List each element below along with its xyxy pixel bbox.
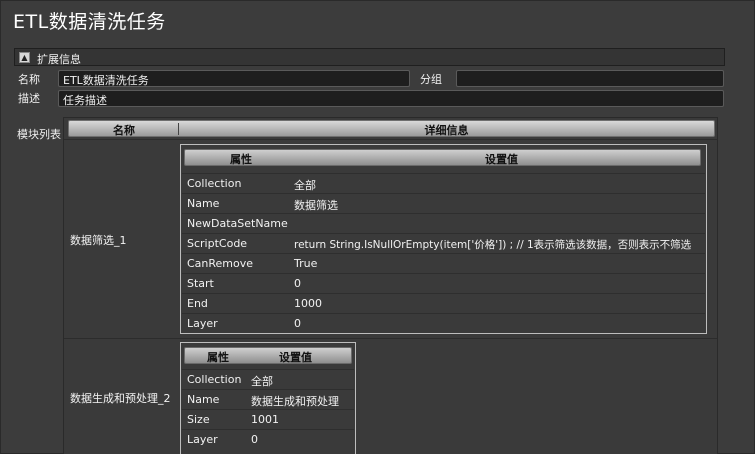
property-row[interactable]: CanRemove True (182, 253, 705, 273)
description-field[interactable]: 任务描述 (58, 90, 724, 107)
property-key: Collection (187, 177, 242, 190)
column-header-details[interactable]: 详细信息 (179, 122, 714, 138)
property-key: Name (187, 197, 220, 210)
row-divider (64, 338, 717, 339)
property-key: Layer (187, 433, 218, 446)
property-value[interactable]: 全部 (294, 177, 316, 193)
property-key: End (187, 297, 208, 310)
property-key: Collection (187, 373, 242, 386)
property-value[interactable]: return String.IsNullOrEmpty(item['价格']) … (294, 237, 691, 252)
property-value[interactable]: 全部 (251, 373, 273, 389)
description-label: 描述 (18, 92, 40, 105)
window-title: ETL数据清洗任务 (13, 11, 166, 33)
module-table-header: 名称 详细信息 (68, 120, 715, 137)
property-key: Name (187, 393, 220, 406)
name-field[interactable]: ETL数据清洗任务 (58, 70, 410, 87)
column-header-name[interactable]: 名称 (69, 122, 179, 138)
property-row[interactable]: NewDataSetName (182, 213, 705, 233)
extended-info-label: 扩展信息 (37, 53, 81, 66)
property-value[interactable]: 1001 (251, 413, 279, 426)
property-header-value: 设置值 (485, 153, 518, 166)
module-name[interactable]: 数据筛选_1 (70, 232, 127, 248)
name-label: 名称 (18, 73, 40, 86)
property-value[interactable]: True (294, 257, 317, 270)
property-row[interactable]: Layer 0 (182, 313, 705, 333)
group-label: 分组 (420, 73, 442, 86)
module-list-label: 模块列表 (17, 128, 61, 141)
property-grid: 属性 设置值 Collection 全部 Name 数据筛选 NewDataSe… (180, 144, 707, 334)
property-key: CanRemove (187, 257, 254, 270)
property-row[interactable]: Name 数据筛选 (182, 193, 705, 213)
collapse-toggle-icon[interactable]: ▲ (19, 52, 30, 63)
property-row[interactable]: Size 1001 (182, 409, 354, 429)
property-value[interactable]: 数据生成和预处理 (251, 393, 339, 409)
row-divider (64, 139, 717, 140)
module-list-table: 名称 详细信息 数据筛选_1 属性 设置值 Collection 全部 Name… (63, 117, 718, 454)
property-row[interactable]: Collection 全部 (182, 369, 354, 389)
extended-info-bar[interactable]: ▲ 扩展信息 (14, 48, 725, 66)
property-row[interactable]: Collection 全部 (182, 173, 705, 193)
property-value[interactable]: 0 (294, 317, 301, 330)
property-header-value: 设置值 (279, 351, 312, 364)
property-grid-header: 属性 设置值 (184, 347, 352, 364)
property-key: Size (187, 413, 210, 426)
property-row[interactable]: ScriptCode return String.IsNullOrEmpty(i… (182, 233, 705, 253)
module-name[interactable]: 数据生成和预处理_2 (70, 390, 171, 406)
property-row[interactable]: End 1000 (182, 293, 705, 313)
property-header-key: 属性 (230, 153, 252, 166)
property-grid: 属性 设置值 Collection 全部 Name 数据生成和预处理 Size … (180, 342, 356, 454)
property-value[interactable]: 数据筛选 (294, 197, 338, 213)
property-key: ScriptCode (187, 237, 248, 250)
property-row[interactable]: Layer 0 (182, 429, 354, 449)
task-window: ETL数据清洗任务 ▲ 扩展信息 名称 ETL数据清洗任务 分组 描述 任务描述… (0, 0, 755, 454)
property-key: Start (187, 277, 214, 290)
property-value[interactable]: 0 (294, 277, 301, 290)
property-row[interactable]: Start 0 (182, 273, 705, 293)
property-row[interactable]: Name 数据生成和预处理 (182, 389, 354, 409)
group-field[interactable] (456, 70, 724, 87)
property-key: NewDataSetName (187, 217, 288, 230)
property-header-key: 属性 (207, 351, 229, 364)
property-key: Layer (187, 317, 218, 330)
property-value[interactable]: 0 (251, 433, 258, 446)
property-grid-header: 属性 设置值 (184, 149, 701, 166)
property-value[interactable]: 1000 (294, 297, 322, 310)
